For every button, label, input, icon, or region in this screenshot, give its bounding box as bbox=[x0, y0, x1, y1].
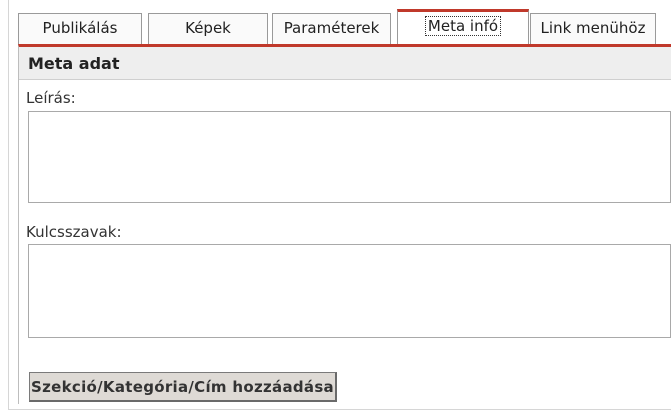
description-field[interactable] bbox=[28, 111, 671, 203]
outer-left-border bbox=[8, 0, 9, 410]
meta-info-panel: Meta adat Leírás: Kulcsszavak: Szekció/K… bbox=[18, 44, 671, 404]
panel-title: Meta adat bbox=[19, 47, 671, 80]
tab-parameterek[interactable]: Paraméterek bbox=[272, 13, 391, 44]
tab-label: Link menühöz bbox=[540, 19, 646, 37]
tab-meta-info[interactable]: Meta infó bbox=[397, 9, 529, 44]
description-label: Leírás: bbox=[26, 89, 76, 107]
tab-kepek[interactable]: Képek bbox=[148, 13, 268, 44]
keywords-field[interactable] bbox=[28, 244, 671, 338]
tab-label: Képek bbox=[185, 19, 231, 37]
tab-label: Paraméterek bbox=[283, 19, 380, 37]
keywords-label: Kulcsszavak: bbox=[26, 223, 122, 241]
tab-publikalas[interactable]: Publikálás bbox=[18, 13, 142, 44]
add-section-category-title-button[interactable]: Szekció/Kategória/Cím hozzáadása bbox=[29, 372, 337, 402]
tab-label: Publikálás bbox=[42, 19, 118, 37]
tab-link-menuhoz[interactable]: Link menühöz bbox=[530, 13, 656, 44]
tab-label: Meta infó bbox=[424, 16, 502, 36]
outer-bottom-border bbox=[8, 409, 671, 410]
tab-bar: Publikálás Képek Paraméterek Meta infó L… bbox=[18, 7, 671, 44]
